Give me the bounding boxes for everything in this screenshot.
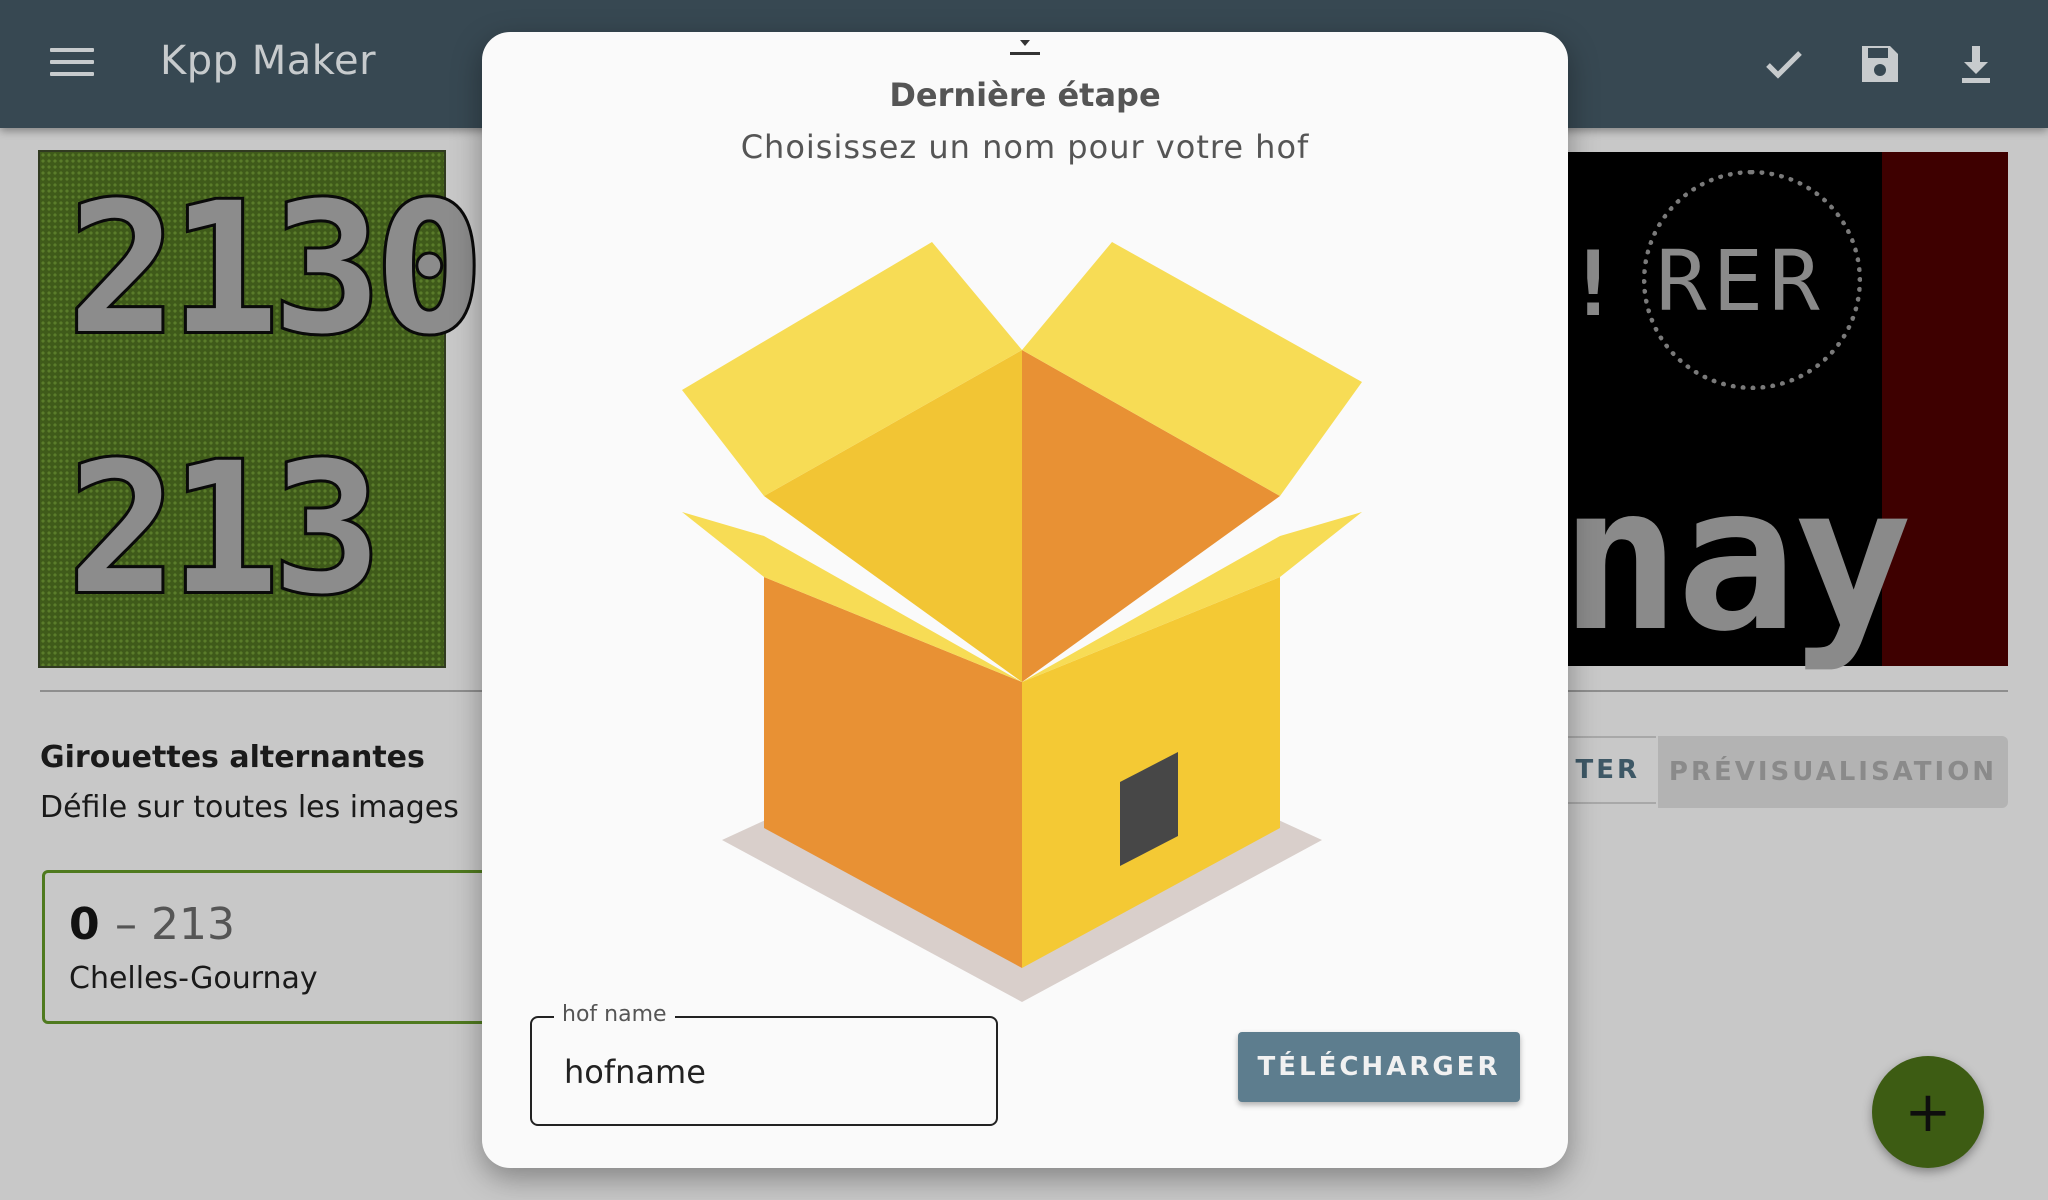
led-destination-fragment: nay — [1560, 443, 1913, 676]
rer-badge-label: RER — [1656, 232, 1826, 330]
drag-handle-icon[interactable] — [1010, 38, 1040, 58]
download-dialog: Dernière étape Choisissez un nom pour vo… — [482, 32, 1568, 1168]
open-box-illustration — [682, 242, 1362, 1002]
download-button[interactable]: TÉLÉCHARGER — [1238, 1032, 1520, 1102]
hof-name-label: hof name — [554, 1002, 675, 1027]
led-exclaim: ! — [1566, 232, 1621, 337]
hof-name-field[interactable]: hof name — [530, 1002, 998, 1126]
hof-name-input[interactable] — [562, 1048, 966, 1096]
check-icon[interactable] — [1760, 40, 1808, 88]
dialog-subtitle: Choisissez un nom pour votre hof — [740, 128, 1310, 166]
save-icon[interactable] — [1856, 40, 1904, 88]
app-title: Kpp Maker — [160, 38, 377, 84]
dialog-title: Dernière étape — [889, 76, 1161, 114]
download-icon[interactable] — [1952, 40, 2000, 88]
menu-icon[interactable] — [50, 48, 94, 80]
